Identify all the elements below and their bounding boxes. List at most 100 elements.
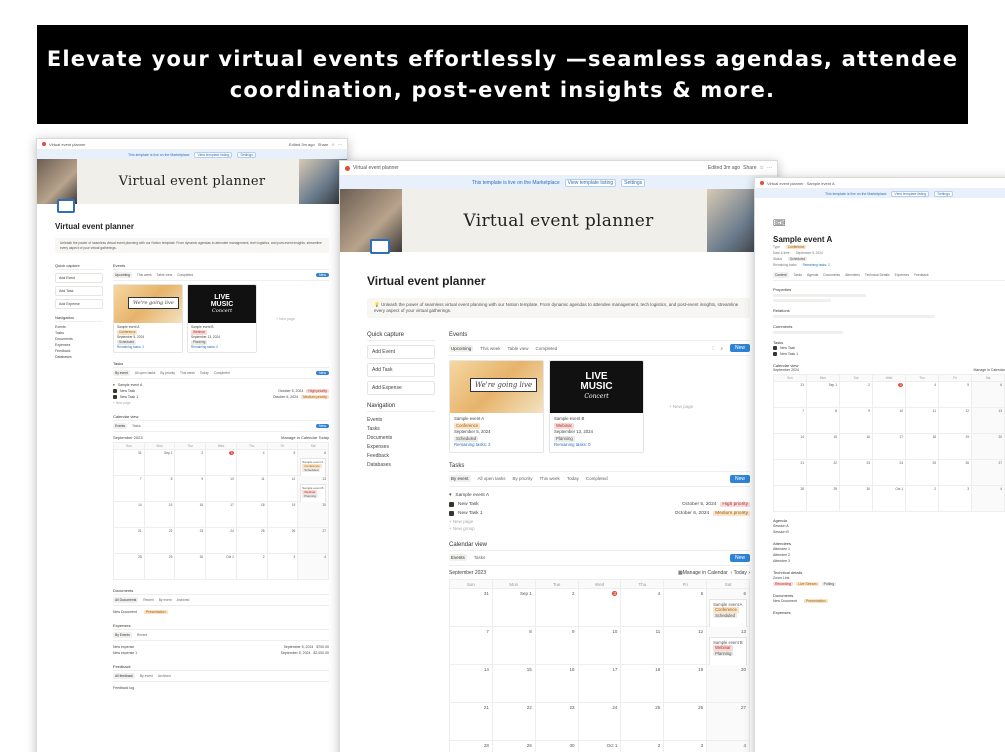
calendar-day[interactable]: Sep 1	[492, 588, 536, 627]
nav-item-databases[interactable]: Databases	[55, 354, 103, 360]
view-listing-button[interactable]: View template listing	[564, 178, 617, 187]
calendar-day[interactable]: 3	[267, 554, 299, 580]
calendar-day[interactable]: 31	[114, 450, 145, 476]
expense-row[interactable]: New expense 1 September 5, 2024 $2,000.00	[113, 650, 329, 656]
tab-tasks[interactable]: Tasks	[794, 273, 802, 277]
calendar-day[interactable]: 31	[774, 382, 807, 408]
calendar-day[interactable]: 11	[236, 476, 268, 502]
calendar-day[interactable]: 4	[621, 588, 665, 627]
calendar-day[interactable]: 18	[906, 434, 939, 460]
calendar-day[interactable]: 5	[939, 382, 972, 408]
calendar-day[interactable]: 2	[175, 450, 207, 476]
manage-calendar-button[interactable]: Manage in Calendar	[281, 435, 317, 440]
tab-all-documents[interactable]: All Documents	[113, 597, 139, 603]
calendar-day[interactable]: Sep 1	[807, 382, 840, 408]
breadcrumb[interactable]: Virtual event planner	[49, 142, 86, 147]
event-card[interactable]: We're going live Sample event A Conferen…	[449, 360, 544, 453]
calendar-day[interactable]: 26	[939, 460, 972, 486]
calendar-day[interactable]: 2	[840, 382, 873, 408]
today-button[interactable]: Today	[734, 570, 747, 576]
attendee-row[interactable]: Attendee 3	[773, 558, 1005, 564]
calendar-day[interactable]: 29	[493, 740, 536, 752]
calendar-day[interactable]: 12	[267, 476, 299, 502]
breadcrumb-current[interactable]: Sample event A	[807, 181, 835, 186]
tab-expenses[interactable]: Expenses	[895, 273, 909, 277]
calendar-day[interactable]: 13 Sample event B Webinar Planning	[707, 626, 750, 675]
tab-agenda[interactable]: Agenda	[807, 273, 818, 277]
tab-tasks[interactable]: Tasks	[132, 424, 140, 428]
calendar-day[interactable]: 24	[206, 528, 237, 554]
calendar-day[interactable]: 20	[972, 434, 1005, 460]
task-group[interactable]: ▾ Sample event A	[449, 491, 750, 500]
calendar-day[interactable]: 27	[298, 528, 329, 554]
calendar-day[interactable]: 24	[873, 460, 906, 486]
calendar-day[interactable]: 24	[578, 702, 622, 741]
prop-value[interactable]: Conference	[785, 245, 807, 249]
calendar-day[interactable]: 14	[450, 664, 493, 703]
calendar-day[interactable]: 6 Sample event A Conference Scheduled	[707, 588, 750, 637]
document-row[interactable]: New Document Presentation	[773, 598, 1005, 604]
tab-table-view[interactable]: Table view	[508, 346, 529, 351]
filter-icon[interactable]: ⫶	[712, 346, 713, 351]
calendar-day[interactable]: 6	[972, 382, 1005, 408]
calendar-day[interactable]: 5	[267, 450, 299, 476]
view-listing-button[interactable]: View template listing	[891, 190, 930, 197]
calendar-day[interactable]: 20	[298, 502, 329, 528]
calendar-day[interactable]: 12	[939, 408, 972, 434]
task-row[interactable]: New Task October 5, 2024 High priority	[449, 500, 750, 509]
tab-by-event[interactable]: By event	[113, 370, 130, 376]
calendar-day[interactable]: 29	[807, 486, 840, 512]
calendar-day[interactable]: 3	[578, 588, 622, 627]
calendar-day[interactable]: 25	[236, 528, 268, 554]
calendar-day[interactable]: 5	[664, 588, 708, 627]
tab-today[interactable]: Today	[567, 476, 579, 481]
checkbox[interactable]	[449, 510, 454, 516]
star-icon[interactable]: ☆	[331, 142, 335, 147]
calendar-day[interactable]: Sep 1	[144, 450, 176, 476]
tab-attendees[interactable]: Attendees	[845, 273, 860, 277]
calendar-day[interactable]: 30	[175, 554, 207, 580]
tab-by-event[interactable]: By event	[140, 674, 153, 678]
tab-all-feedback[interactable]: All feedback	[113, 673, 135, 679]
calendar-day[interactable]: 25	[906, 460, 939, 486]
tab-tasks[interactable]: Tasks	[474, 555, 486, 560]
add-event-button[interactable]: Add Event	[55, 273, 103, 283]
calendar-day[interactable]: 23	[840, 460, 873, 486]
add-task-button[interactable]: Add Task	[367, 363, 435, 377]
tab-documents[interactable]: Documents	[823, 273, 840, 277]
view-listing-button[interactable]: View template listing	[194, 151, 233, 158]
calendar-day[interactable]: 28	[774, 486, 807, 512]
breadcrumb[interactable]: Virtual event planner	[767, 181, 804, 186]
calendar-day[interactable]: 12	[664, 626, 708, 665]
calendar-day[interactable]: 10	[578, 626, 622, 665]
calendar-day[interactable]: Oct 1	[579, 740, 622, 752]
calendar-day[interactable]: 21	[114, 528, 145, 554]
calendar-day[interactable]: 19	[267, 502, 299, 528]
tasks-new-button[interactable]: New	[729, 474, 750, 483]
nav-item-events[interactable]: Events	[367, 415, 435, 424]
checkbox[interactable]	[773, 346, 777, 350]
tab-by-priority[interactable]: By priority	[160, 371, 175, 375]
event-card[interactable]: LIVE MUSIC Concert Sample event B Webina…	[187, 284, 257, 353]
tab-upcoming[interactable]: Upcoming	[113, 272, 132, 278]
calendar-day[interactable]: 9	[175, 476, 207, 502]
calendar-day[interactable]: 21	[450, 702, 493, 741]
calendar-day[interactable]: 18	[621, 664, 665, 703]
calendar-day[interactable]: 22	[807, 460, 840, 486]
calendar-day[interactable]: 14	[774, 434, 807, 460]
search-icon[interactable]: ⌕	[720, 346, 723, 351]
nav-item-expenses[interactable]: Expenses	[367, 442, 435, 451]
tab-completed[interactable]: Completed	[214, 371, 230, 375]
agenda-row[interactable]: Session B	[773, 529, 1005, 535]
checkbox[interactable]	[113, 389, 117, 393]
calendar-day[interactable]: 28	[450, 740, 493, 752]
calendar-day[interactable]: 30	[840, 486, 873, 512]
ellipsis-icon[interactable]: ⋯	[338, 142, 342, 147]
calendar-day[interactable]: 7	[450, 626, 493, 665]
manage-calendar-button[interactable]: Manage in Calendar	[683, 570, 728, 576]
breadcrumb[interactable]: Virtual event planner	[353, 165, 399, 171]
prop-value[interactable]: Scheduled	[788, 257, 808, 261]
calendar-day[interactable]: 15	[492, 664, 536, 703]
calendar-day[interactable]: 10	[873, 408, 906, 434]
calendar-day[interactable]: 16	[840, 434, 873, 460]
